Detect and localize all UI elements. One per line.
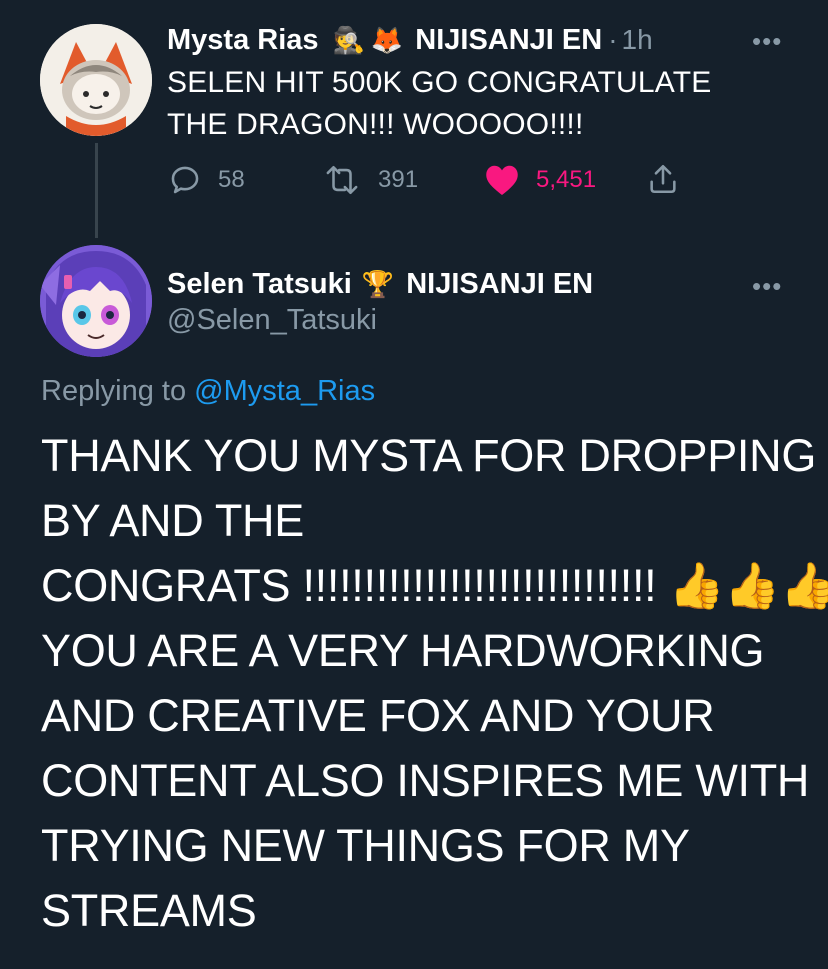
tweet1-header: Mysta Rias 🕵️ 🦊 NIJISANJI EN · 1h [167, 20, 653, 60]
tweet2-text: THANK YOU MYSTA FOR DROPPING BY AND THE … [41, 423, 828, 943]
like-count: 5,451 [536, 166, 597, 193]
avatar-mysta[interactable] [40, 24, 152, 136]
tweet2-text-line: YOU ARE A VERY HARDWORKING [41, 625, 765, 676]
tweet1-affiliation: NIJISANJI EN [415, 23, 603, 56]
reply-button[interactable]: 58 [168, 162, 245, 198]
replying-to-line: Replying to @Mysta_Rias [41, 375, 375, 408]
trophy-emoji-badge: 🏆 [361, 268, 395, 299]
tweet2-text-line: TRYING NEW THINGS FOR MY [41, 820, 690, 871]
avatar-mysta-image [40, 24, 152, 136]
detective-emoji-badge: 🕵️ [332, 24, 365, 55]
tweet2-text-line: AND CREATIVE FOX AND YOUR [41, 690, 715, 741]
tweet2-more-options[interactable]: ••• [752, 273, 782, 299]
tweet1-more-options[interactable]: ••• [752, 28, 782, 54]
tweet2-text-line: THANK YOU MYSTA FOR DROPPING [41, 430, 817, 481]
reply-count: 58 [218, 166, 245, 193]
replying-to-handle-link[interactable]: @Mysta_Rias [194, 375, 375, 407]
tweet2-text-line: CONGRATS !!!!!!!!!!!!!!!!!!!!!!!!!!!!! 👍… [41, 560, 828, 611]
retweet-button[interactable]: 391 [322, 162, 418, 198]
tweet2-author-name[interactable]: Selen Tatsuki [167, 268, 352, 301]
tweet2-text-line: STREAMS [41, 885, 257, 936]
share-button[interactable] [646, 162, 680, 201]
tweet2-affiliation: NIJISANJI EN [406, 267, 594, 300]
heart-icon [486, 165, 518, 195]
tweet2-text-line: CONTENT ALSO INSPIRES ME WITH [41, 755, 810, 806]
retweet-count: 391 [378, 166, 419, 193]
fox-emoji-badge: 🦊 [370, 24, 404, 55]
tweet1-timestamp[interactable]: 1h [622, 24, 653, 56]
retweet-icon [326, 165, 358, 195]
thread-connector-line [95, 143, 98, 238]
share-icon [650, 164, 676, 194]
tweet2-text-line: BY AND THE [41, 495, 304, 546]
like-button[interactable]: 5,451 [484, 161, 596, 199]
reply-icon [171, 166, 199, 194]
avatar-selen-image [40, 245, 152, 357]
tweet2-handle[interactable]: @Selen_Tatsuki [167, 304, 377, 337]
tweet1-separator: · [608, 24, 618, 55]
tweet2-header: Selen Tatsuki 🏆 NIJISANJI EN [167, 264, 593, 304]
replying-to-label: Replying to [41, 375, 187, 407]
tweet1-text-line: THE DRAGON!!! WOOOOO!!!! [167, 108, 584, 141]
tweet1-text: SELEN HIT 500K GO CONGRATULATE THE DRAGO… [167, 62, 711, 146]
tweet1-text-line: SELEN HIT 500K GO CONGRATULATE [167, 66, 712, 99]
avatar-selen[interactable] [40, 245, 152, 357]
tweet1-author-name[interactable]: Mysta Rias [167, 24, 319, 57]
